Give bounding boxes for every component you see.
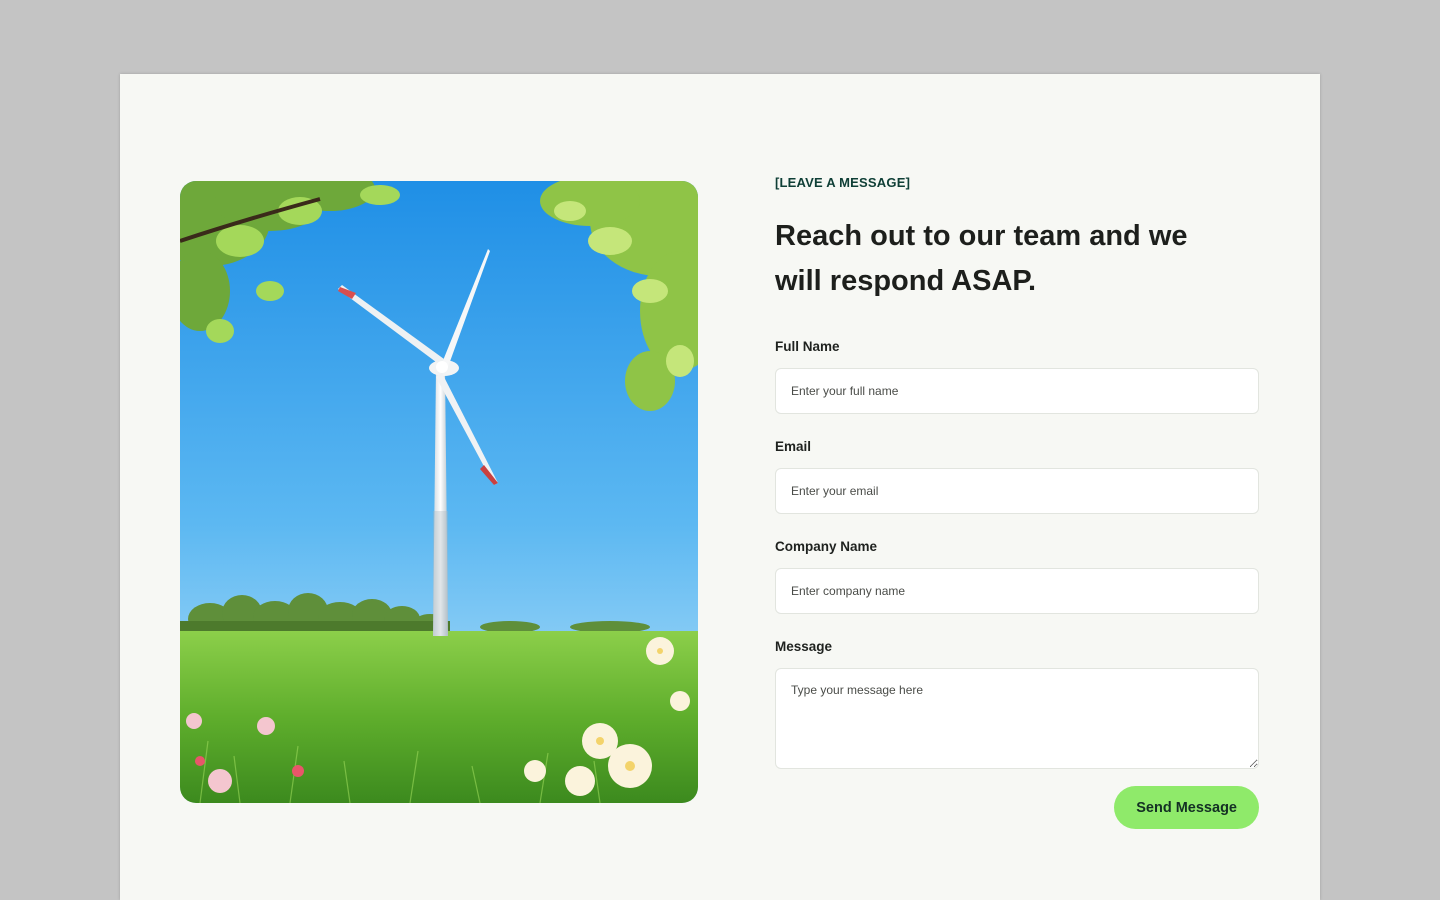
message-label: Message	[775, 639, 833, 654]
page-title: Reach out to our team and we will respon…	[775, 220, 1188, 297]
section-eyebrow: [LEAVE A MESSAGE]	[775, 175, 911, 190]
contact-form-column: [LEAVE A MESSAGE] Reach out to our team …	[775, 174, 1259, 829]
message-textarea[interactable]	[775, 668, 1259, 769]
email-input[interactable]	[775, 468, 1259, 514]
full-name-input[interactable]	[775, 368, 1259, 414]
full-name-label: Full Name	[775, 339, 840, 354]
form-actions: Send Message	[775, 786, 1259, 829]
contact-page: [LEAVE A MESSAGE] Reach out to our team …	[120, 74, 1320, 900]
company-name-input[interactable]	[775, 568, 1259, 614]
contact-form: Full Name Email Company Name Message Sen…	[775, 338, 1259, 829]
send-message-button[interactable]: Send Message	[1114, 786, 1259, 829]
wind-turbine-photo	[180, 181, 698, 803]
company-name-label: Company Name	[775, 539, 878, 554]
email-label: Email	[775, 439, 812, 454]
